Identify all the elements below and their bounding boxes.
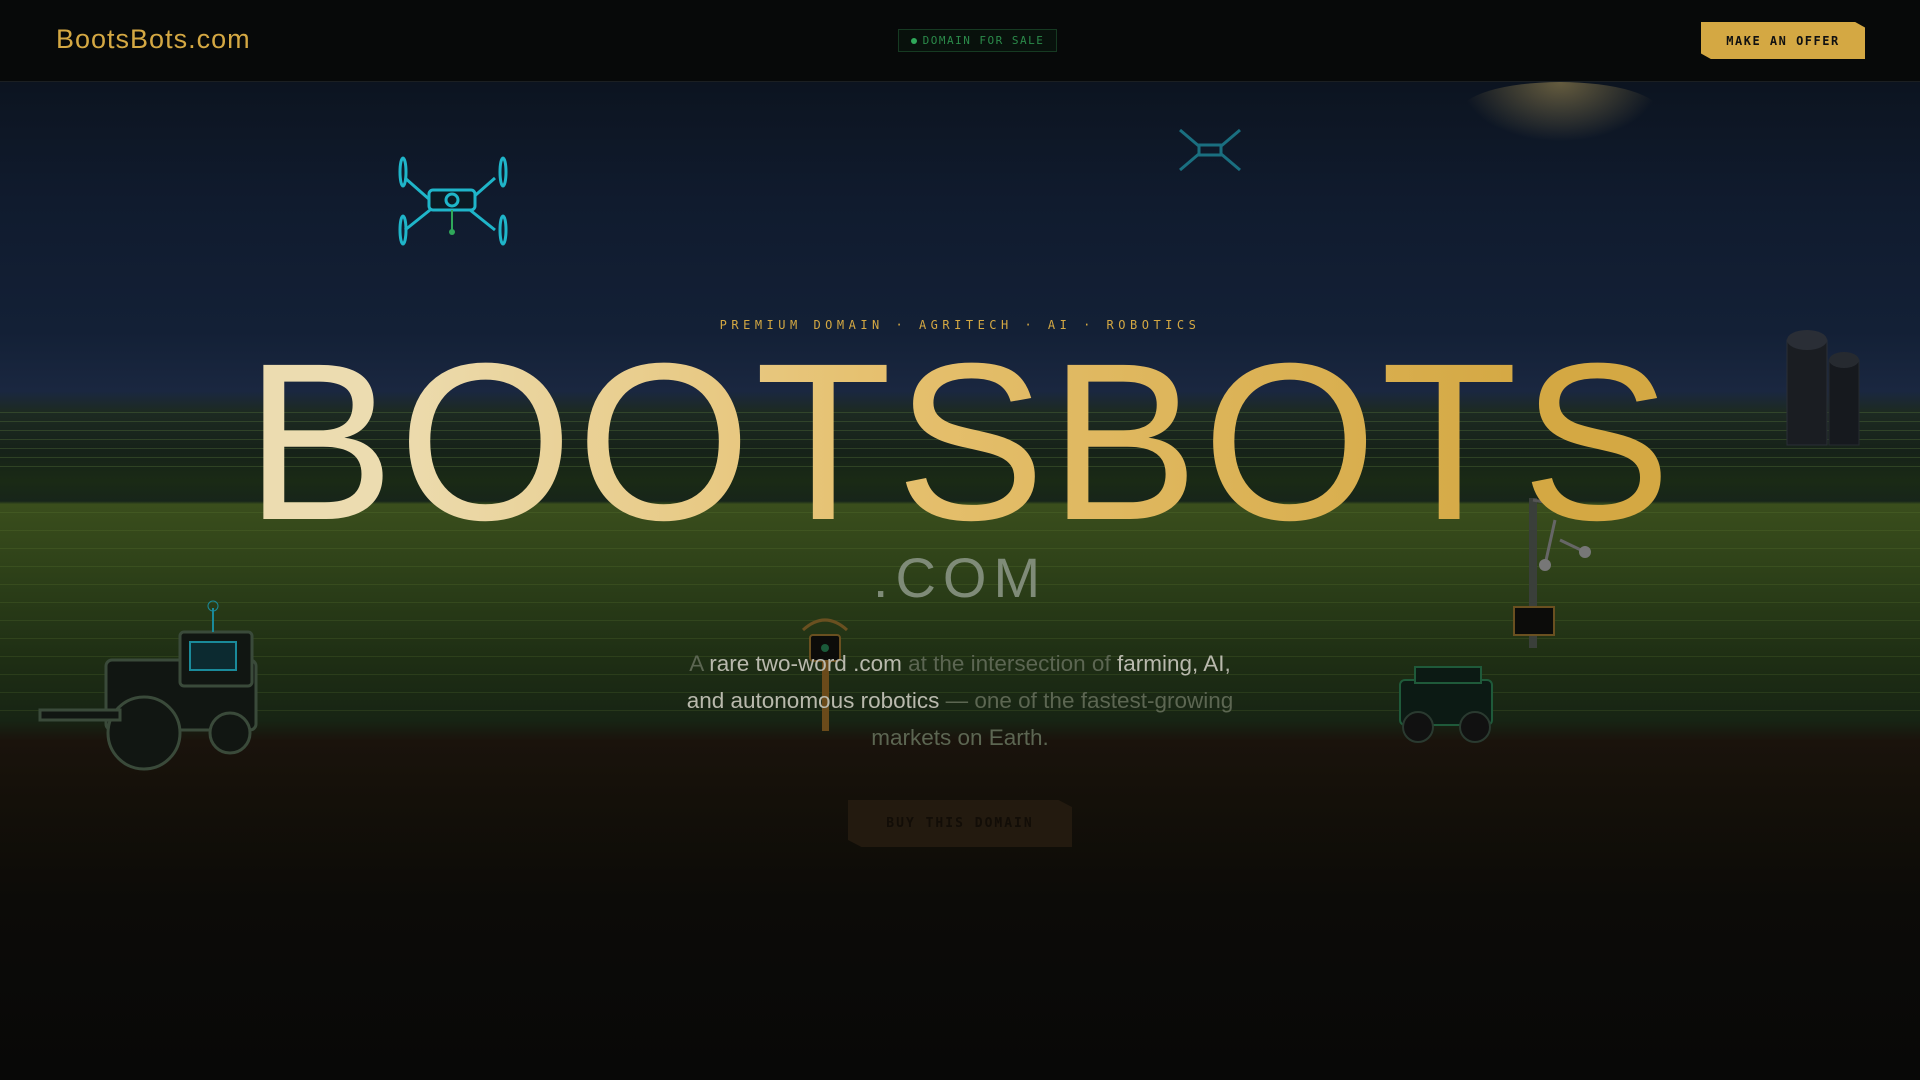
desc-text: at the intersection of (901, 651, 1117, 676)
buy-domain-button[interactable]: BUY THIS DOMAIN (848, 800, 1072, 847)
hero-description: A rare two-word .com at the intersection… (680, 645, 1240, 756)
domain-for-sale-badge: DOMAIN FOR SALE (898, 29, 1057, 52)
distant-drone-icon (1179, 128, 1241, 172)
status-dot-icon (910, 37, 917, 44)
rover-robot-icon (1399, 666, 1493, 743)
top-nav: BootsBots.com DOMAIN FOR SALE MAKE AN OF… (0, 0, 1920, 82)
drone-icon (398, 156, 508, 246)
moon-glow (1460, 82, 1660, 142)
make-offer-button[interactable]: MAKE AN OFFER (1701, 22, 1865, 59)
badge-label: DOMAIN FOR SALE (922, 34, 1045, 47)
site-logo[interactable]: BootsBots.com (56, 24, 251, 55)
hero-tld: .COM (872, 546, 1048, 609)
desc-highlight: rare two-word .com (709, 651, 902, 676)
desc-text: A (689, 651, 710, 676)
tractor-icon (38, 600, 258, 771)
hero-title: BOOTSBOTS (0, 330, 1920, 554)
